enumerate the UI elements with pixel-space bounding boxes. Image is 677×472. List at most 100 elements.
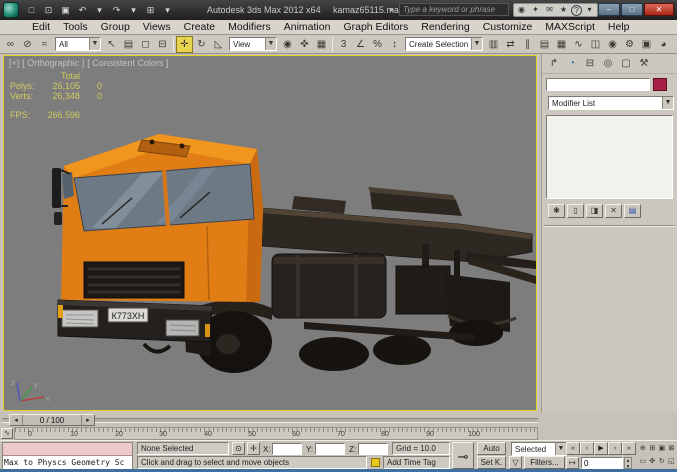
previous-frame-button[interactable]: ‹ xyxy=(580,442,594,455)
mirror-button[interactable]: ⇄ xyxy=(502,36,519,53)
rendered-frame-button[interactable]: ▣ xyxy=(638,36,655,53)
zoom-extents-all-button[interactable]: ⊠ xyxy=(667,442,677,455)
chevron-down-icon[interactable]: ▼ xyxy=(89,38,100,50)
select-and-move-button[interactable]: ✛ xyxy=(176,36,193,53)
key-filter-icon-button[interactable]: ▽ xyxy=(509,456,522,469)
communication-center-button[interactable]: ✉ xyxy=(543,4,556,16)
coord-y-field[interactable] xyxy=(315,443,345,455)
project-folder-button[interactable]: ⊞ xyxy=(143,3,158,17)
layer-manager-button[interactable]: ▤ xyxy=(536,36,553,53)
chevron-down-icon[interactable]: ▼ xyxy=(471,38,482,50)
minimize-button[interactable]: – xyxy=(598,3,620,16)
menu-tools[interactable]: Tools xyxy=(63,21,88,33)
frame-spinner[interactable]: ▲▼ xyxy=(624,457,632,469)
spinner-snap-button[interactable]: ↕ xyxy=(386,36,403,53)
viewport-shading-menu[interactable]: [ Consistent Colors ] xyxy=(87,58,168,68)
use-pivot-center-button[interactable]: ◉ xyxy=(279,36,296,53)
pan-button[interactable]: ✜ xyxy=(648,455,658,468)
percent-snap-button[interactable]: % xyxy=(369,36,386,53)
menu-views[interactable]: Views xyxy=(143,21,171,33)
chevron-down-icon[interactable]: ▼ xyxy=(265,38,276,50)
key-mode-toggle-button[interactable]: ↦ xyxy=(566,457,579,469)
redo-dropdown[interactable]: ▾ xyxy=(126,3,141,17)
track-bar[interactable]: ∿ 0102030405060708090100 xyxy=(0,427,677,440)
bind-to-space-warp-button[interactable]: ≈ xyxy=(36,36,53,53)
window-crossing-button[interactable]: ⊟ xyxy=(154,36,171,53)
set-key-button[interactable]: Set K. xyxy=(477,456,506,469)
menu-rendering[interactable]: Rendering xyxy=(421,21,469,33)
select-by-name-button[interactable]: ▤ xyxy=(120,36,137,53)
viewport-pov-menu[interactable]: [ Orthographic ] xyxy=(22,58,84,68)
render-production-button[interactable]: ◕ xyxy=(655,36,672,53)
reference-coordinate-dropdown[interactable]: View ▼ xyxy=(229,37,277,51)
favorites-button[interactable]: ★ xyxy=(557,4,570,16)
tab-hierarchy[interactable]: ⊟ xyxy=(582,56,598,71)
zoom-button[interactable]: ⊕ xyxy=(638,442,648,455)
selection-filter-dropdown[interactable]: All ▼ xyxy=(55,37,101,51)
sign-in-button[interactable]: ✦ xyxy=(529,4,542,16)
schematic-view-button[interactable]: ◫ xyxy=(587,36,604,53)
coord-z-field[interactable] xyxy=(358,443,388,455)
maxscript-mini-listener[interactable]: Max to Physcs Geometry Sc xyxy=(2,442,133,469)
next-frame-button[interactable]: › xyxy=(608,442,622,455)
maximize-button[interactable]: □ xyxy=(621,3,643,16)
configure-modifier-sets-button[interactable]: ▤ xyxy=(624,204,641,218)
select-and-rotate-button[interactable]: ↻ xyxy=(193,36,210,53)
go-to-end-button[interactable]: » xyxy=(622,442,636,455)
search-expand-icon[interactable]: ▸ xyxy=(390,5,394,14)
menu-modifiers[interactable]: Modifiers xyxy=(228,21,271,33)
rectangular-selection-button[interactable]: ◻ xyxy=(137,36,154,53)
zoom-extents-button[interactable]: ▣ xyxy=(657,442,667,455)
remove-modifier-button[interactable]: ✕ xyxy=(605,204,622,218)
play-button[interactable]: ▶ xyxy=(594,442,608,455)
undo-dropdown[interactable]: ▾ xyxy=(92,3,107,17)
tab-motion[interactable]: ◎ xyxy=(600,56,616,71)
edit-named-sets-button[interactable]: ▥ xyxy=(485,36,502,53)
redo-button[interactable]: ↷ xyxy=(109,3,124,17)
modifier-stack-list[interactable] xyxy=(546,115,673,199)
curve-editor-button[interactable]: ∿ xyxy=(570,36,587,53)
previous-frame-arrow-icon[interactable]: ◂ xyxy=(10,416,22,424)
make-unique-button[interactable]: ◨ xyxy=(586,204,603,218)
infocenter-search-button[interactable]: ◉ xyxy=(515,4,528,16)
select-and-scale-button[interactable]: ◺ xyxy=(210,36,227,53)
auto-key-button[interactable]: Auto xyxy=(477,442,506,455)
named-selection-sets-dropdown[interactable]: Create Selection Se ▼ xyxy=(405,37,483,51)
tab-utilities[interactable]: ⚒ xyxy=(636,56,652,71)
infocenter-search-input[interactable] xyxy=(399,3,509,16)
viewport-orthographic[interactable]: К773ХН [+] [ Orthographic ] [ Consistent… xyxy=(3,55,537,411)
set-key-toggle-button[interactable]: ⊸ xyxy=(452,442,474,469)
next-frame-arrow-icon[interactable]: ▸ xyxy=(82,416,94,424)
macro-recorder-field[interactable] xyxy=(3,443,132,456)
chevron-down-icon[interactable]: ▼ xyxy=(555,443,566,455)
menu-customize[interactable]: Customize xyxy=(483,21,533,33)
menu-create[interactable]: Create xyxy=(184,21,216,33)
tab-modify[interactable]: ◔ xyxy=(564,56,580,71)
menu-group[interactable]: Group xyxy=(101,21,130,33)
tab-create[interactable]: ↱ xyxy=(546,56,562,71)
time-slider-handle[interactable]: ◂ 0 / 100 ▸ xyxy=(9,414,95,426)
snap-toggle-3d-button[interactable]: 3 xyxy=(335,36,352,53)
object-color-swatch[interactable] xyxy=(653,78,667,91)
selection-lock-toggle[interactable]: ⊙ xyxy=(232,442,245,455)
render-setup-button[interactable]: ⚙ xyxy=(621,36,638,53)
save-file-button[interactable]: ▣ xyxy=(58,3,73,17)
zoom-region-button[interactable]: ▭ xyxy=(638,455,648,468)
quick-access-dropdown[interactable]: ▾ xyxy=(160,3,175,17)
menu-edit[interactable]: Edit xyxy=(32,21,50,33)
menu-animation[interactable]: Animation xyxy=(284,21,331,33)
align-button[interactable]: ∥ xyxy=(519,36,536,53)
keyboard-override-button[interactable]: ▦ xyxy=(313,36,330,53)
viewport-general-menu[interactable]: [+] xyxy=(9,58,19,68)
listener-field[interactable]: Max to Physcs Geometry Sc xyxy=(3,456,132,469)
menu-help[interactable]: Help xyxy=(608,21,630,33)
angle-snap-button[interactable]: ∠ xyxy=(352,36,369,53)
menu-graph-editors[interactable]: Graph Editors xyxy=(343,21,408,33)
current-frame-field[interactable] xyxy=(581,457,623,469)
graphite-ribbon-button[interactable]: ▦ xyxy=(553,36,570,53)
absolute-offset-toggle[interactable]: ✛ xyxy=(247,442,260,455)
close-button[interactable]: ✕ xyxy=(644,3,674,16)
filters-button[interactable]: Filters... xyxy=(524,456,565,469)
material-editor-button[interactable]: ◉ xyxy=(604,36,621,53)
select-object-button[interactable]: ↖ xyxy=(103,36,120,53)
